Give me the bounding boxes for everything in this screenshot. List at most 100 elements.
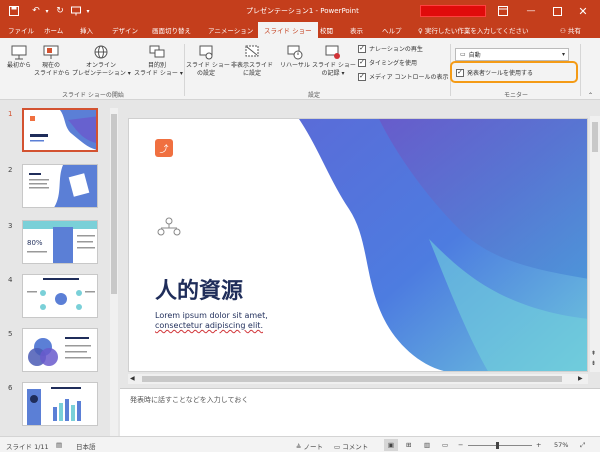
hide-slide-button[interactable]: 非表示スライド に設定 <box>228 44 276 78</box>
notes-pane[interactable]: 発表時に話すことなどを入力しておく <box>120 388 600 436</box>
slide-thumbnail-5[interactable] <box>22 328 98 372</box>
tab-animations[interactable]: アニメーション <box>208 25 253 35</box>
notes-icon: ≜ <box>296 443 304 451</box>
scrollbar-thumb[interactable] <box>142 376 562 382</box>
customize-toolbar-icon[interactable]: ▾ <box>84 4 92 18</box>
zoom-in-icon[interactable]: + <box>536 441 541 449</box>
reading-view-icon[interactable]: ▥ <box>424 441 430 449</box>
scroll-left-icon[interactable]: ◀ <box>130 375 135 382</box>
slideshow-view-icon[interactable]: ▭ <box>442 441 448 449</box>
zoom-slider[interactable] <box>468 442 532 449</box>
undo-icon[interactable]: ↶ <box>30 4 42 18</box>
use-timings-checkbox[interactable]: ✓ タイミングを使用 <box>358 58 417 67</box>
undo-dropdown-icon[interactable]: ▾ <box>44 4 50 18</box>
zoom-out-icon[interactable]: − <box>458 441 463 449</box>
zoom-slider-handle[interactable] <box>496 442 499 449</box>
zoom-level[interactable]: 57% <box>554 441 568 449</box>
language[interactable]: 日本語 <box>76 441 96 451</box>
logo-icon: ⤴ <box>155 139 173 157</box>
thumbnail-number: 2 <box>8 166 13 174</box>
share-button[interactable]: ⚇ 共有 <box>560 25 581 35</box>
play-narrations-checkbox[interactable]: ✓ ナレーションの再生 <box>358 44 423 53</box>
record-slideshow-button[interactable]: スライド ショー の記録 ▾ <box>312 44 356 78</box>
slide-thumbnail-2[interactable] <box>22 164 98 208</box>
group-label-setup: 設定 <box>308 92 321 99</box>
slide-sorter-icon[interactable]: ⊞ <box>406 441 411 449</box>
repeat-icon[interactable]: ↻ <box>54 4 66 18</box>
thumbnail-number: 3 <box>8 222 13 230</box>
restore-ribbon-icon[interactable] <box>496 4 510 18</box>
scrollbar-thumb[interactable] <box>111 114 117 294</box>
thumbnail-number: 4 <box>8 276 13 284</box>
current-slide[interactable]: ⤴ 人的資源 Lorem ipsum dolor sit amet, conse… <box>128 118 588 372</box>
tab-slideshow[interactable]: スライド ショー <box>258 22 318 38</box>
scroll-right-icon[interactable]: ▶ <box>578 375 583 382</box>
collapse-ribbon-icon[interactable]: ⌃ <box>588 92 593 99</box>
record-slideshow-icon <box>325 44 341 60</box>
maximize-icon[interactable] <box>550 4 564 18</box>
tab-help[interactable]: ヘルプ <box>382 25 402 35</box>
thumbnail-scrollbar[interactable] <box>110 108 118 438</box>
tell-me-search[interactable]: ♀ 実行したい作業を入力してください <box>418 25 528 35</box>
tab-review[interactable]: 校閲 <box>320 25 333 35</box>
tab-view[interactable]: 表示 <box>350 25 363 35</box>
from-beginning-icon <box>11 44 27 60</box>
comments-button[interactable]: ▭ コメント <box>334 441 368 451</box>
show-media-controls-checkbox[interactable]: ✓ メディア コントロールの表示 <box>358 72 449 81</box>
thumbnail-number: 1 <box>8 110 13 118</box>
group-label-start: スライド ショーの開始 <box>62 92 124 99</box>
ribbon-separator <box>184 44 185 96</box>
setup-slideshow-icon <box>198 44 214 60</box>
custom-slideshow-icon <box>149 44 165 60</box>
tab-file[interactable]: ファイル <box>8 25 34 35</box>
thumbnail-number: 5 <box>8 330 13 338</box>
person-icon: ⚇ <box>560 27 568 35</box>
redacted-account <box>420 5 486 17</box>
window-title: プレゼンテーション1 - PowerPoint <box>246 7 359 15</box>
accessibility-icon[interactable]: ▤ <box>56 441 62 449</box>
present-online-button[interactable]: オンライン プレゼンテーション ▾ <box>72 44 131 78</box>
monitor-select[interactable]: ▭ 自動 ▾ <box>455 48 569 61</box>
checkmark-icon: ✓ <box>358 58 366 67</box>
slide-editor: ⤴ 人的資源 Lorem ipsum dolor sit amet, conse… <box>120 100 600 388</box>
slide-thumbnail-3[interactable]: 80% <box>22 220 98 264</box>
from-beginning-button[interactable]: 最初から <box>4 44 34 70</box>
minimize-icon[interactable]: — <box>524 4 538 18</box>
notes-toggle-button[interactable]: ≜ ノート <box>296 441 323 451</box>
tab-transitions[interactable]: 画面切り替え <box>152 25 191 35</box>
present-from-start-icon[interactable] <box>70 4 82 18</box>
status-bar: スライド 1/11 ▤ 日本語 ≜ ノート ▭ コメント ▣ ⊞ ▥ ▭ − +… <box>0 436 600 452</box>
next-slide-icon[interactable]: ⇟ <box>591 360 596 367</box>
fit-slide-icon[interactable]: ⤢ <box>580 441 585 450</box>
slide-thumbnail-6[interactable] <box>22 382 98 426</box>
slide-count: スライド 1/11 <box>6 443 49 451</box>
hide-slide-icon <box>244 44 260 60</box>
custom-slideshow-button[interactable]: 目的別 スライド ショー ▾ <box>134 44 183 78</box>
slide-title[interactable]: 人的資源 <box>155 273 243 305</box>
tab-insert[interactable]: 挿入 <box>80 25 93 35</box>
svg-text:80%: 80% <box>27 239 43 247</box>
close-icon[interactable]: ✕ <box>576 4 590 18</box>
normal-view-icon[interactable]: ▣ <box>384 439 398 451</box>
slide-thumbnail-1[interactable] <box>22 108 98 152</box>
ribbon-tabs: ファイル ホーム 挿入 デザイン 画面切り替え アニメーション スライド ショー… <box>0 22 600 38</box>
slide-thumbnail-panel: 1 2 3 80% 4 5 6 <box>0 100 120 436</box>
notes-placeholder[interactable]: 発表時に話すことなどを入力しておく <box>130 395 248 405</box>
group-label-monitor: モニター <box>504 92 529 99</box>
editor-horizontal-scrollbar[interactable]: ◀ ▶ <box>128 374 588 384</box>
checkmark-icon: ✓ <box>358 44 366 53</box>
rehearse-timings-button[interactable]: リハーサル <box>278 44 312 70</box>
comment-icon: ▭ <box>334 443 343 451</box>
save-icon[interactable] <box>8 4 20 18</box>
editor-vertical-scrollbar[interactable]: ⇞ ⇟ <box>590 116 600 372</box>
setup-slideshow-button[interactable]: スライド ショー の設定 <box>186 44 230 78</box>
monitor-icon: ▭ <box>460 51 466 58</box>
scrollbar-thumb[interactable] <box>592 122 598 152</box>
previous-slide-icon[interactable]: ⇞ <box>591 350 596 357</box>
present-online-icon <box>93 44 109 60</box>
tab-home[interactable]: ホーム <box>44 25 63 35</box>
slide-body-text[interactable]: Lorem ipsum dolor sit amet, consectetur … <box>155 311 268 331</box>
tab-design[interactable]: デザイン <box>112 25 138 35</box>
from-current-slide-button[interactable]: 現在の スライドから <box>34 44 70 78</box>
slide-thumbnail-4[interactable] <box>22 274 98 318</box>
